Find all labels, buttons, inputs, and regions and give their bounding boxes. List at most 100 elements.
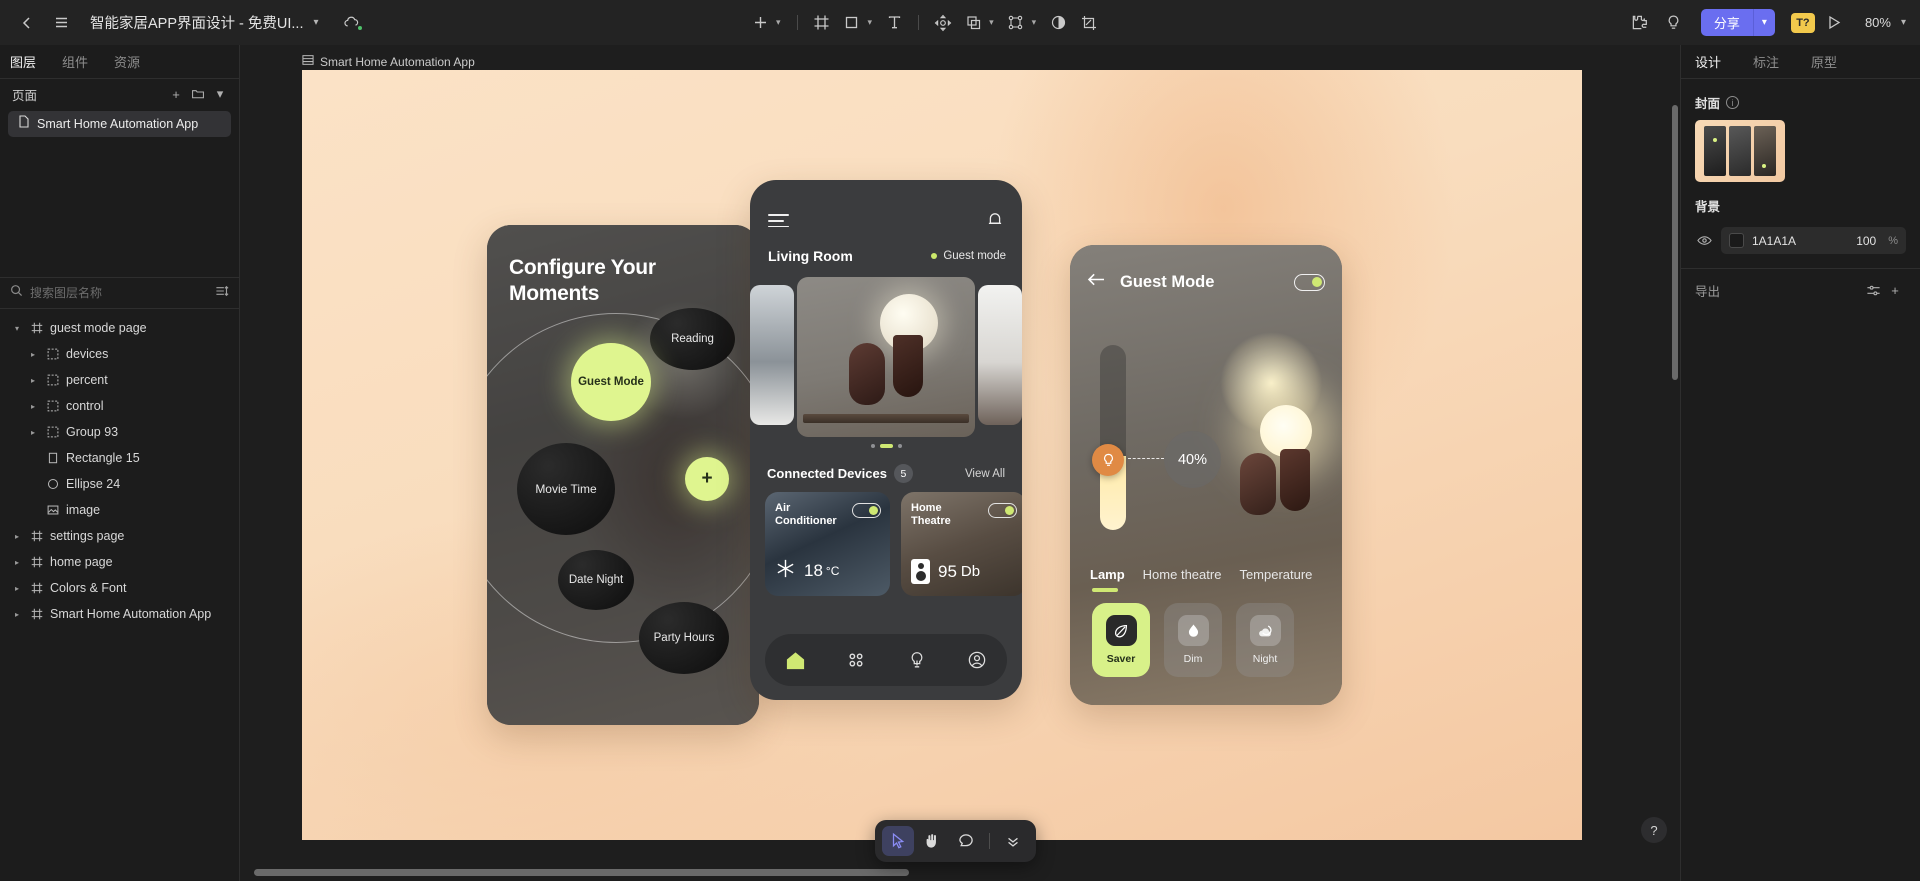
tab-layers[interactable]: 图层	[10, 52, 36, 71]
boolean-tool-chevron-down-icon[interactable]: ▾	[989, 17, 994, 28]
carousel-dot[interactable]	[870, 444, 875, 448]
layer-row-rectangle-15[interactable]: Rectangle 15	[0, 445, 239, 471]
device-toggle[interactable]	[988, 503, 1017, 518]
canvas-area[interactable]: Smart Home Automation App Configure Your…	[240, 45, 1680, 881]
scene-bubble-date-night[interactable]: Date Night	[558, 550, 634, 610]
shape-tool[interactable]	[837, 8, 867, 38]
color-swatch[interactable]	[1729, 233, 1744, 248]
zoom-chevron-down-icon[interactable]: ▾	[1901, 17, 1906, 28]
hex-value[interactable]: 1A1A1A	[1752, 234, 1848, 248]
layer-row-devices[interactable]: ▸ devices	[0, 341, 239, 367]
scene-button-saver[interactable]: Saver	[1092, 603, 1150, 677]
carousel-next-preview[interactable]	[978, 285, 1022, 425]
hamburger-menu-icon[interactable]	[768, 214, 789, 231]
bulb-icon[interactable]	[907, 650, 927, 670]
brightness-slider-track[interactable]	[1100, 345, 1126, 530]
boolean-tool[interactable]	[958, 8, 988, 38]
carousel-pagination[interactable]	[750, 444, 1022, 448]
layer-row-settings-page[interactable]: ▸ settings page	[0, 523, 239, 549]
cursor-select-tool[interactable]	[882, 826, 914, 856]
device-carousel[interactable]	[750, 277, 1022, 437]
twisty-expanded-icon[interactable]: ▾	[10, 324, 24, 333]
opacity-value[interactable]: 100	[1856, 234, 1876, 248]
layer-row-control[interactable]: ▸ control	[0, 393, 239, 419]
layer-row-guest-mode-page[interactable]: ▾ guest mode page	[0, 315, 239, 341]
notification-bell-icon[interactable]	[986, 210, 1004, 234]
grid-icon[interactable]	[846, 650, 866, 670]
twisty-collapsed-icon[interactable]: ▸	[10, 584, 24, 593]
slice-tool[interactable]	[1073, 8, 1103, 38]
layer-row-image[interactable]: image	[0, 497, 239, 523]
carousel-active-image[interactable]	[797, 277, 975, 437]
cloud-sync-icon[interactable]	[337, 8, 367, 38]
add-scene-button[interactable]: +	[685, 457, 729, 501]
home-icon[interactable]	[785, 650, 806, 671]
more-tools-chevron-double-down-icon[interactable]	[997, 826, 1029, 856]
tab-home-theatre[interactable]: Home theatre	[1143, 567, 1222, 582]
guest-mode-toggle[interactable]	[1294, 273, 1325, 291]
phone-mockup-configure-moments[interactable]: Configure Your Moments Reading Guest Mod…	[487, 225, 759, 725]
twisty-collapsed-icon[interactable]: ▸	[26, 428, 40, 437]
tab-temperature[interactable]: Temperature	[1239, 567, 1312, 582]
page-item-smart-home[interactable]: Smart Home Automation App	[8, 111, 231, 137]
phone-mockup-guest-mode[interactable]: Guest Mode 40% Lamp Home theatre Tempera…	[1070, 245, 1342, 705]
twisty-collapsed-icon[interactable]: ▸	[10, 610, 24, 619]
frame-tool[interactable]	[807, 8, 837, 38]
twisty-collapsed-icon[interactable]: ▸	[26, 376, 40, 385]
tab-components[interactable]: 组件	[62, 52, 88, 71]
hamburger-menu-icon[interactable]	[46, 8, 76, 38]
layer-row-colors-font[interactable]: ▸ Colors & Font	[0, 575, 239, 601]
layer-row-percent[interactable]: ▸ percent	[0, 367, 239, 393]
device-toggle[interactable]	[852, 503, 881, 518]
device-card-home-theatre[interactable]: Home Theatre 95 Db	[901, 492, 1022, 596]
search-input[interactable]	[30, 286, 208, 300]
share-button[interactable]: 分享 ▾	[1700, 9, 1775, 36]
canvas-vertical-scrollbar[interactable]	[1672, 105, 1678, 380]
sliders-icon[interactable]	[1862, 279, 1884, 301]
carousel-prev-preview[interactable]	[750, 285, 794, 425]
sort-filter-icon[interactable]	[215, 284, 229, 303]
lightbulb-icon[interactable]	[1659, 8, 1689, 38]
add-page-icon[interactable]: +	[165, 83, 187, 105]
artboard[interactable]: Configure Your Moments Reading Guest Mod…	[302, 70, 1582, 840]
background-color-field[interactable]: 1A1A1A 100 %	[1721, 227, 1906, 254]
share-chevron-down-icon[interactable]: ▾	[1754, 17, 1775, 28]
scene-button-dim[interactable]: Dim	[1164, 603, 1222, 677]
layer-row-smart-home-automation-app[interactable]: ▸ Smart Home Automation App	[0, 601, 239, 627]
scene-bubble-party-hours[interactable]: Party Hours	[639, 602, 729, 674]
twisty-collapsed-icon[interactable]: ▸	[26, 402, 40, 411]
canvas-horizontal-scrollbar[interactable]	[254, 869, 909, 876]
arrow-left-icon[interactable]	[1087, 272, 1106, 292]
carousel-dot-active[interactable]	[879, 444, 893, 448]
add-export-icon[interactable]: +	[1884, 279, 1906, 301]
comment-tool[interactable]	[950, 826, 982, 856]
zoom-level-label[interactable]: 80%	[1865, 15, 1891, 30]
layer-row-home-page[interactable]: ▸ home page	[0, 549, 239, 575]
profile-icon[interactable]	[967, 650, 987, 670]
twisty-collapsed-icon[interactable]: ▸	[10, 532, 24, 541]
info-icon[interactable]: i	[1726, 96, 1740, 109]
cover-thumbnail[interactable]	[1695, 120, 1785, 182]
move-tool[interactable]	[928, 8, 958, 38]
add-tool[interactable]	[745, 8, 775, 38]
tab-prototype[interactable]: 原型	[1811, 52, 1837, 71]
document-title-chevron-down-icon[interactable]: ▾	[314, 17, 319, 28]
component-tool[interactable]	[1001, 8, 1031, 38]
frame-label[interactable]: Smart Home Automation App	[302, 54, 475, 69]
back-chevron-icon[interactable]	[12, 8, 42, 38]
twisty-collapsed-icon[interactable]: ▸	[10, 558, 24, 567]
scene-bubble-guest-mode[interactable]: Guest Mode	[571, 343, 651, 421]
layer-row-group-93[interactable]: ▸ Group 93	[0, 419, 239, 445]
scene-bubble-reading[interactable]: Reading	[650, 308, 735, 370]
tab-assets[interactable]: 资源	[114, 52, 140, 71]
ai-assistant-badge[interactable]: T?	[1790, 12, 1815, 33]
help-button[interactable]: ?	[1641, 817, 1667, 843]
tab-lamp[interactable]: Lamp	[1090, 567, 1125, 582]
new-folder-icon[interactable]	[187, 83, 209, 105]
mask-contrast-tool[interactable]	[1043, 8, 1073, 38]
twisty-collapsed-icon[interactable]: ▸	[26, 350, 40, 359]
brightness-slider-knob[interactable]	[1092, 444, 1124, 476]
tab-design[interactable]: 设计	[1695, 52, 1721, 71]
carousel-dot[interactable]	[897, 444, 902, 448]
phone-mockup-living-room[interactable]: Living Room Guest mode Connected Devices…	[750, 180, 1022, 700]
